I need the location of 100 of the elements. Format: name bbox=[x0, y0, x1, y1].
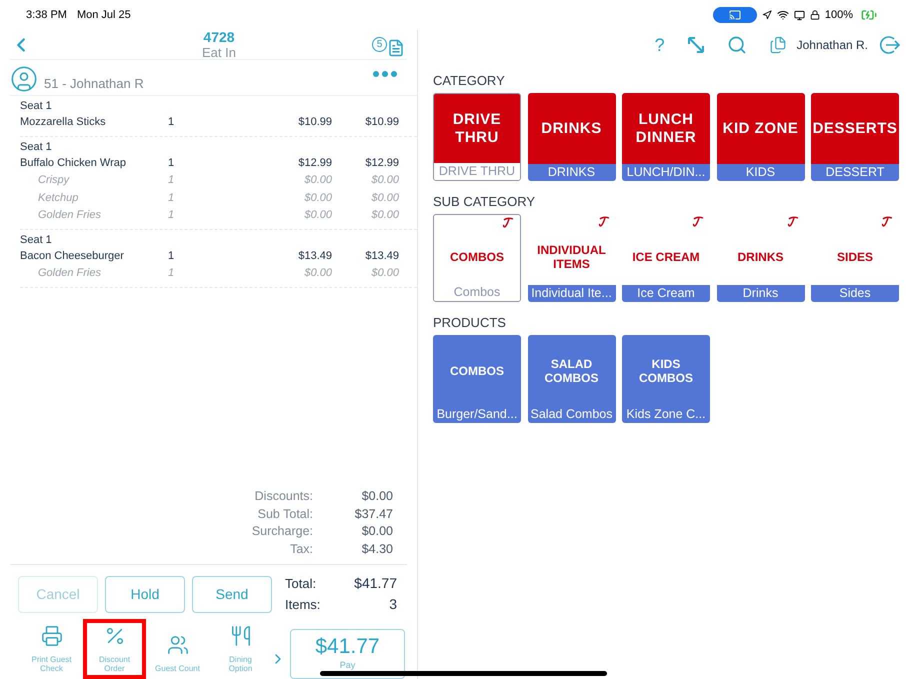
more-icon[interactable] bbox=[373, 71, 397, 77]
document-icon[interactable] bbox=[387, 38, 405, 56]
category-art: DESSERTS bbox=[811, 93, 899, 164]
category-tile[interactable]: DESSERTS DESSERT bbox=[811, 93, 899, 181]
summary-value: $0.00 bbox=[360, 488, 393, 505]
category-art: DRINKS bbox=[528, 93, 616, 164]
unit-price: $0.00 bbox=[303, 208, 332, 223]
order-number: 4728 bbox=[203, 30, 235, 44]
user-name: Johnathan R. bbox=[796, 37, 868, 54]
category-tile[interactable]: LUNCH DINNER LUNCH/DIN... bbox=[622, 93, 710, 181]
quantity: 1 bbox=[168, 208, 176, 223]
item-name: Buffalo Chicken Wrap bbox=[20, 156, 127, 170]
summary-value: $4.30 bbox=[360, 540, 393, 558]
subcategory-art: INDIVIDUAL ITEMS bbox=[536, 242, 607, 272]
unit-price: $13.49 bbox=[297, 248, 332, 264]
subcategory-tile[interactable]: INDIVIDUAL ITEMS Individual Ite... bbox=[528, 214, 616, 302]
plate-cutlery-icon bbox=[230, 625, 252, 647]
search-icon[interactable] bbox=[726, 35, 747, 55]
summary-label: Sub Total: bbox=[258, 506, 313, 522]
quantity: 1 bbox=[168, 173, 176, 188]
product-tile[interactable]: SALAD COMBOS Salad Combos bbox=[528, 335, 616, 423]
subcategory-tile[interactable]: COMBOS Combos bbox=[433, 214, 521, 302]
product-art: SALAD COMBOS bbox=[544, 356, 600, 386]
product-art: KIDS COMBOS bbox=[638, 356, 694, 386]
quantity: 1 bbox=[168, 248, 176, 264]
logout-icon[interactable] bbox=[878, 34, 900, 56]
order-type: Eat In bbox=[202, 44, 236, 60]
category-label: DRIVE THRU bbox=[434, 163, 520, 180]
modifier-name: Golden Fries bbox=[37, 266, 102, 281]
total-label: Total: bbox=[285, 575, 316, 593]
quantity: 1 bbox=[168, 266, 176, 281]
summary-label: Surcharge: bbox=[252, 523, 313, 540]
order-line[interactable]: Seat 1 Mozzarella Sticks 1 $10.99 $10.99 bbox=[20, 96, 417, 136]
subcategory-tile[interactable]: SIDES Sides bbox=[811, 214, 899, 302]
line-total: $0.00 bbox=[370, 208, 399, 223]
seat-label: Seat 1 bbox=[20, 140, 53, 154]
user-avatar-icon[interactable] bbox=[10, 65, 38, 93]
subcategory-art: SIDES bbox=[836, 248, 874, 266]
location-icon bbox=[762, 10, 772, 20]
product-tile[interactable]: KIDS COMBOS Kids Zone C... bbox=[622, 335, 710, 423]
total-label: Items: bbox=[285, 596, 320, 614]
subcategory-label: Drinks bbox=[716, 285, 804, 302]
section-heading: PRODUCTS bbox=[433, 316, 507, 330]
category-label: LUNCH/DIN... bbox=[622, 164, 710, 181]
category-label: DESSERT bbox=[811, 164, 899, 181]
subcategory-tile[interactable]: ICE CREAM Ice Cream bbox=[622, 214, 710, 302]
summary-label: Discounts: bbox=[254, 488, 313, 505]
status-time: 3:38 PM bbox=[26, 8, 67, 23]
people-icon bbox=[166, 634, 188, 656]
script-logo-icon bbox=[881, 216, 893, 228]
unit-price: $0.00 bbox=[303, 173, 332, 188]
documents-icon[interactable] bbox=[768, 36, 787, 54]
script-logo-icon bbox=[598, 216, 610, 228]
summary-value: $37.47 bbox=[354, 506, 393, 522]
product-art: COMBOS bbox=[449, 362, 505, 380]
order-line[interactable]: Seat 1 Bacon Cheeseburger 1 $13.49 $13.49 Golden Fries 1 $0.00 $0.00 bbox=[20, 230, 417, 288]
diagonal-arrows-icon[interactable] bbox=[686, 36, 705, 54]
summary-label: Tax: bbox=[290, 540, 313, 558]
modifier-name: Ketchup bbox=[37, 190, 80, 206]
category-art: KID ZONE bbox=[716, 93, 804, 164]
quantity: 1 bbox=[168, 156, 176, 170]
screen-icon bbox=[794, 10, 805, 20]
seat-label: Seat 1 bbox=[20, 232, 53, 248]
line-total: $13.49 bbox=[364, 248, 399, 264]
quantity: 1 bbox=[168, 115, 176, 130]
section-heading: SUB CATEGORY bbox=[433, 195, 536, 209]
total-value: 3 bbox=[389, 595, 397, 614]
seat-label: Seat 1 bbox=[20, 99, 53, 114]
printer-icon bbox=[40, 625, 62, 647]
customer-name: 51 - Johnathan R bbox=[44, 74, 145, 92]
summary-value: $0.00 bbox=[360, 523, 393, 540]
subcategory-art: ICE CREAM bbox=[631, 248, 701, 266]
category-tile[interactable]: DRIVE THRU DRIVE THRU bbox=[433, 93, 521, 181]
product-label: Kids Zone C... bbox=[625, 406, 707, 423]
product-label: Salad Combos bbox=[530, 406, 614, 423]
total-value: $41.77 bbox=[354, 574, 397, 593]
quantity: 1 bbox=[168, 190, 176, 206]
product-tile[interactable]: COMBOS Burger/Sand... bbox=[433, 335, 521, 423]
battery-percent: 100% bbox=[824, 8, 853, 23]
product-label: Burger/Sand... bbox=[436, 406, 518, 423]
screen-mirroring-icon bbox=[712, 7, 757, 23]
subcategory-label: Sides bbox=[811, 285, 899, 302]
line-total: $10.99 bbox=[364, 115, 399, 130]
subcategory-label: Individual Ite... bbox=[528, 285, 616, 302]
line-total: $0.00 bbox=[370, 173, 399, 188]
subcategory-art: DRINKS bbox=[736, 248, 784, 266]
category-label: KIDS bbox=[716, 164, 804, 181]
modifier-name: Golden Fries bbox=[37, 208, 102, 223]
order-line[interactable]: Seat 1 Buffalo Chicken Wrap 1 $12.99 $12.99 Crispy 1 $0.00 $0.00 Ketchup 1 $0.00 $0.00 Golden Fries 1 $0.00 $0.00 bbox=[20, 136, 417, 230]
subcategory-label: Combos bbox=[434, 284, 520, 301]
section-heading: CATEGORY bbox=[433, 74, 506, 88]
category-tile[interactable]: DRINKS DRINKS bbox=[528, 93, 616, 181]
script-logo-icon bbox=[786, 216, 798, 228]
subcategory-tile[interactable]: DRINKS Drinks bbox=[716, 214, 804, 302]
category-label: DRINKS bbox=[528, 164, 616, 181]
subcategory-label: Ice Cream bbox=[622, 285, 710, 302]
item-name: Bacon Cheeseburger bbox=[20, 248, 125, 264]
category-tile[interactable]: KID ZONE KIDS bbox=[716, 93, 804, 181]
script-logo-icon bbox=[692, 216, 704, 228]
status-date: Mon Jul 25 bbox=[76, 8, 131, 23]
